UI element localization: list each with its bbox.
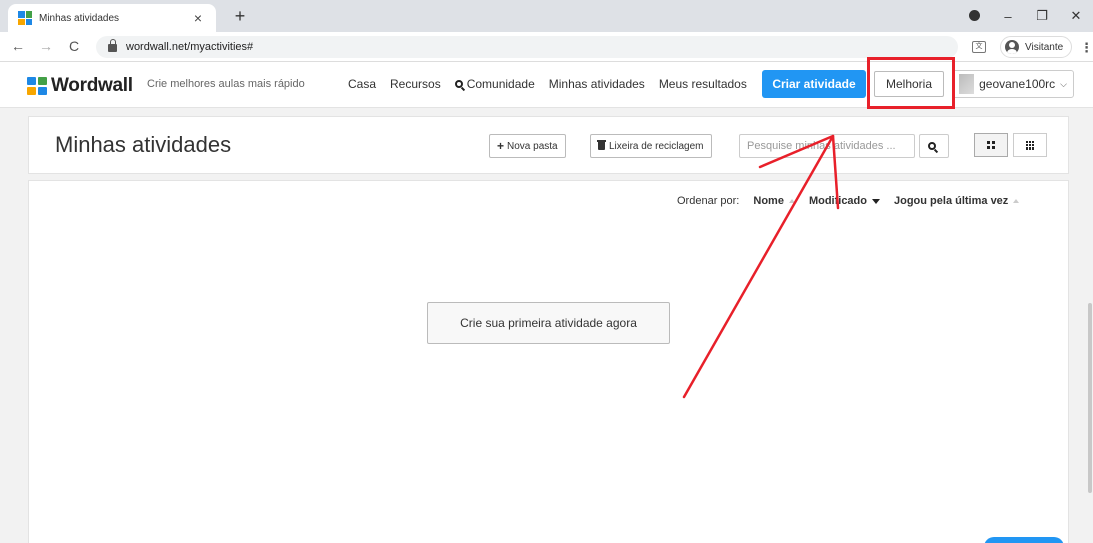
sort-by-last-played-label: Jogou pela última vez bbox=[894, 195, 1009, 207]
user-menu[interactable]: geovane100rc ⌵ bbox=[952, 70, 1074, 98]
nav-comunidade[interactable]: Comunidade bbox=[454, 77, 535, 91]
browser-tab[interactable]: Minhas atividades × bbox=[8, 4, 216, 32]
url-text: wordwall.net/myactivities# bbox=[126, 41, 254, 53]
grid-small-icon bbox=[1025, 140, 1035, 150]
restore-button[interactable]: ❐ bbox=[1025, 8, 1059, 24]
caret-down-icon bbox=[872, 198, 880, 204]
grid-large-icon bbox=[987, 141, 995, 149]
sort-by-name[interactable]: Nome bbox=[753, 195, 795, 207]
plus-icon: + bbox=[497, 139, 505, 153]
sort-bar: Ordenar por: Nome Modificado Jogou pela … bbox=[677, 195, 1033, 207]
close-window-button[interactable]: ✕ bbox=[1059, 8, 1093, 24]
new-folder-label: Nova pasta bbox=[507, 140, 558, 152]
logo-text: Wordwall bbox=[51, 75, 133, 96]
sort-label: Ordenar por: bbox=[677, 195, 740, 207]
address-bar[interactable]: wordwall.net/myactivities# bbox=[96, 36, 958, 58]
avatar bbox=[959, 74, 975, 94]
wordwall-logo-icon bbox=[27, 77, 47, 95]
nav-comunidade-label: Comunidade bbox=[466, 77, 535, 91]
browser-toolbar: ← → C wordwall.net/myactivities# 文 Visit… bbox=[0, 32, 1093, 62]
translate-icon[interactable]: 文 bbox=[972, 41, 986, 53]
sort-by-modified-label: Modificado bbox=[808, 195, 867, 207]
profile-button[interactable]: Visitante bbox=[1000, 36, 1073, 58]
large-grid-view-button[interactable] bbox=[974, 133, 1008, 157]
search-icon bbox=[928, 142, 936, 150]
create-activity-button[interactable]: Criar atividade bbox=[762, 70, 866, 98]
sort-by-last-played[interactable]: Jogou pela última vez bbox=[894, 195, 1020, 207]
trash-icon bbox=[597, 140, 606, 150]
close-tab-icon[interactable]: × bbox=[190, 10, 206, 26]
new-folder-button[interactable]: + Nova pasta bbox=[489, 134, 566, 158]
back-button[interactable]: ← bbox=[8, 38, 28, 54]
caret-up-icon bbox=[788, 199, 795, 203]
small-grid-view-button[interactable] bbox=[1013, 133, 1047, 157]
tab-title: Minhas atividades bbox=[39, 12, 120, 24]
page-header-card: Minhas atividades + Nova pasta Lixeira d… bbox=[28, 116, 1069, 174]
nav-recursos[interactable]: Recursos bbox=[390, 77, 441, 91]
nav-casa[interactable]: Casa bbox=[348, 77, 376, 91]
chevron-down-icon: ⌵ bbox=[1060, 78, 1067, 89]
top-navigation: Casa Recursos Comunidade Minhas atividad… bbox=[348, 77, 761, 91]
new-tab-button[interactable]: + bbox=[230, 4, 250, 28]
page-scrollbar[interactable] bbox=[1087, 108, 1093, 543]
profile-label: Visitante bbox=[1025, 41, 1064, 53]
browser-menu-icon[interactable]: ⋮ bbox=[1080, 40, 1093, 56]
page-title: Minhas atividades bbox=[55, 132, 232, 157]
scrollbar-thumb[interactable] bbox=[1088, 303, 1092, 493]
help-button[interactable] bbox=[984, 537, 1064, 543]
username: geovane100rc bbox=[979, 77, 1056, 91]
wordwall-logo[interactable]: Wordwall bbox=[27, 75, 133, 97]
nav-minhas-atividades[interactable]: Minhas atividades bbox=[549, 77, 645, 91]
upgrade-button[interactable]: Melhoria bbox=[874, 71, 944, 97]
search-icon bbox=[454, 80, 463, 88]
wordwall-favicon-icon bbox=[18, 11, 32, 25]
activities-panel: Ordenar por: Nome Modificado Jogou pela … bbox=[28, 180, 1069, 543]
profile-avatar-icon bbox=[1005, 40, 1019, 54]
minimize-button[interactable]: – bbox=[991, 9, 1025, 24]
browser-tabbar: Minhas atividades × + – ❐ ✕ bbox=[0, 0, 1093, 32]
sort-by-name-label: Nome bbox=[753, 195, 784, 207]
tagline: Crie melhores aulas mais rápido bbox=[147, 78, 305, 90]
recycle-bin-button[interactable]: Lixeira de reciclagem bbox=[590, 134, 712, 158]
recycle-bin-label: Lixeira de reciclagem bbox=[609, 140, 704, 152]
site-header: Wordwall Crie melhores aulas mais rápido… bbox=[0, 62, 1093, 108]
record-icon[interactable] bbox=[957, 9, 991, 24]
search-input[interactable]: Pesquise minhas atividades ... bbox=[739, 134, 915, 158]
window-controls: – ❐ ✕ bbox=[957, 0, 1093, 32]
search-button[interactable] bbox=[919, 134, 949, 158]
reload-button[interactable]: C bbox=[64, 38, 84, 54]
sort-by-modified[interactable]: Modificado bbox=[809, 195, 880, 207]
lock-icon bbox=[108, 39, 117, 52]
nav-meus-resultados[interactable]: Meus resultados bbox=[659, 77, 747, 91]
create-first-activity-button[interactable]: Crie sua primeira atividade agora bbox=[427, 302, 670, 344]
forward-button[interactable]: → bbox=[36, 38, 56, 54]
caret-up-icon bbox=[1013, 199, 1020, 203]
